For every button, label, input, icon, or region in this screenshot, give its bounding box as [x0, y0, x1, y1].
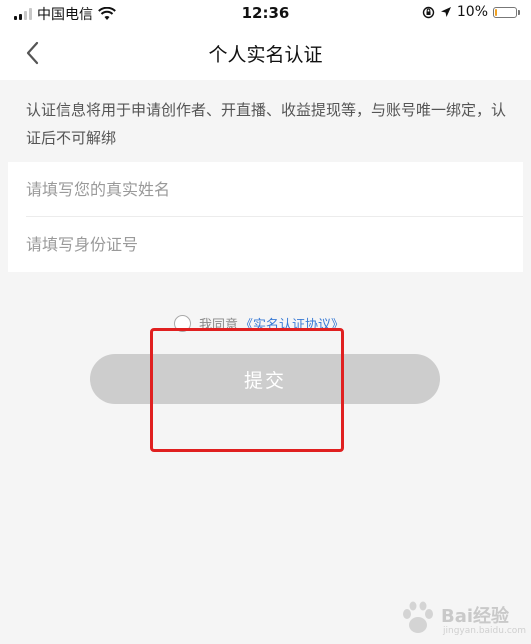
watermark-text: Bai经验: [441, 606, 510, 627]
page-title: 个人实名认证: [208, 44, 323, 66]
id-field: [8, 217, 523, 272]
notice-text: 认证信息将用于申请创作者、开直播、收益提现等，与账号唯一绑定，认证后不可解绑: [26, 101, 507, 147]
watermark-url: jingyan.baidu.com: [443, 626, 527, 636]
nav-bar: 个人实名认证: [0, 26, 531, 80]
paw-logo-icon: [403, 601, 433, 633]
name-field: [8, 162, 523, 217]
id-number-input[interactable]: [26, 217, 506, 272]
agreement-link[interactable]: 《实名认证协议》: [240, 314, 344, 333]
battery-percent: 10%: [456, 4, 488, 20]
status-bar-right: 10%: [422, 4, 520, 20]
submit-button[interactable]: 提交: [90, 354, 440, 404]
battery-icon: [493, 6, 520, 18]
agreement-label: 我同意: [199, 317, 239, 333]
status-bar: 中国电信 12:36 10%: [0, 0, 531, 26]
location-arrow-icon: [440, 7, 451, 17]
baidu-jingyan-watermark: Bai经验 jingyan.baidu.com: [399, 598, 526, 638]
orientation-lock-icon: [422, 6, 435, 18]
identity-form: [8, 162, 523, 272]
battery-level: [495, 8, 497, 16]
notice-section: 认证信息将用于申请创作者、开直播、收益提现等，与账号唯一绑定，认证后不可解绑: [0, 80, 531, 162]
agreement-row: 我同意 《实名认证协议》: [174, 313, 344, 333]
real-name-input[interactable]: [26, 162, 506, 217]
agreement-checkbox[interactable]: [174, 314, 191, 332]
